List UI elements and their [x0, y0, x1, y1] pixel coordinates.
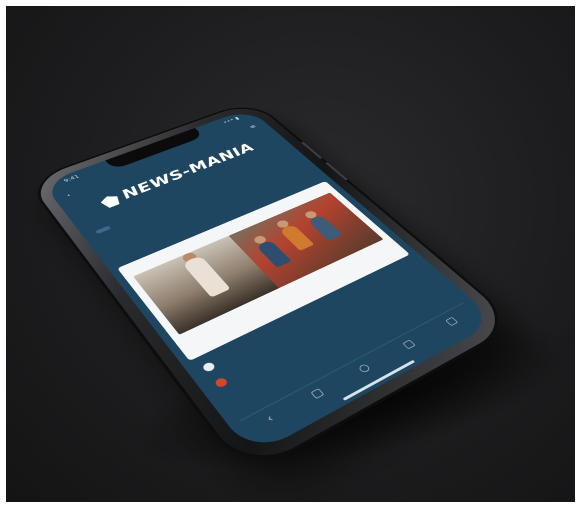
smartphone: 9:41 ••• ▮ ‹ ≡ NEWS-MANIA ‹ ▢ ○ ▢ ▢: [28, 101, 516, 474]
square-icon[interactable]: ▢: [442, 314, 459, 327]
photo-person-3: [307, 214, 343, 241]
photo-person: [181, 255, 231, 298]
status-bar: 9:41 ••• ▮: [63, 116, 243, 186]
tab-active[interactable]: [94, 225, 112, 235]
chevron-left-icon[interactable]: ‹: [66, 193, 73, 199]
status-icons: ••• ▮: [222, 115, 241, 125]
phone-perspective: 9:41 ••• ▮ ‹ ≡ NEWS-MANIA ‹ ▢ ○ ▢ ▢: [6, 6, 575, 502]
square-icon[interactable]: ▢: [308, 385, 326, 400]
logo-icon: [98, 193, 122, 209]
back-icon[interactable]: ‹: [263, 412, 276, 424]
status-time: 9:41: [62, 173, 81, 184]
photo-person-1: [255, 239, 292, 268]
phone-screen: 9:41 ••• ▮ ‹ ≡ NEWS-MANIA ‹ ▢ ○ ▢ ▢: [42, 108, 498, 457]
circle-icon[interactable]: ○: [355, 361, 372, 375]
square-icon[interactable]: ▢: [399, 337, 417, 350]
background-canvas: 9:41 ••• ▮ ‹ ≡ NEWS-MANIA ‹ ▢ ○ ▢ ▢: [6, 6, 575, 502]
photo-person-2: [278, 224, 315, 251]
menu-icon[interactable]: ≡: [248, 124, 258, 130]
bullet-icon: [213, 376, 229, 389]
bottom-navigation: ‹ ▢ ○ ▢ ▢: [239, 302, 480, 440]
bullet-icon: [201, 361, 217, 373]
